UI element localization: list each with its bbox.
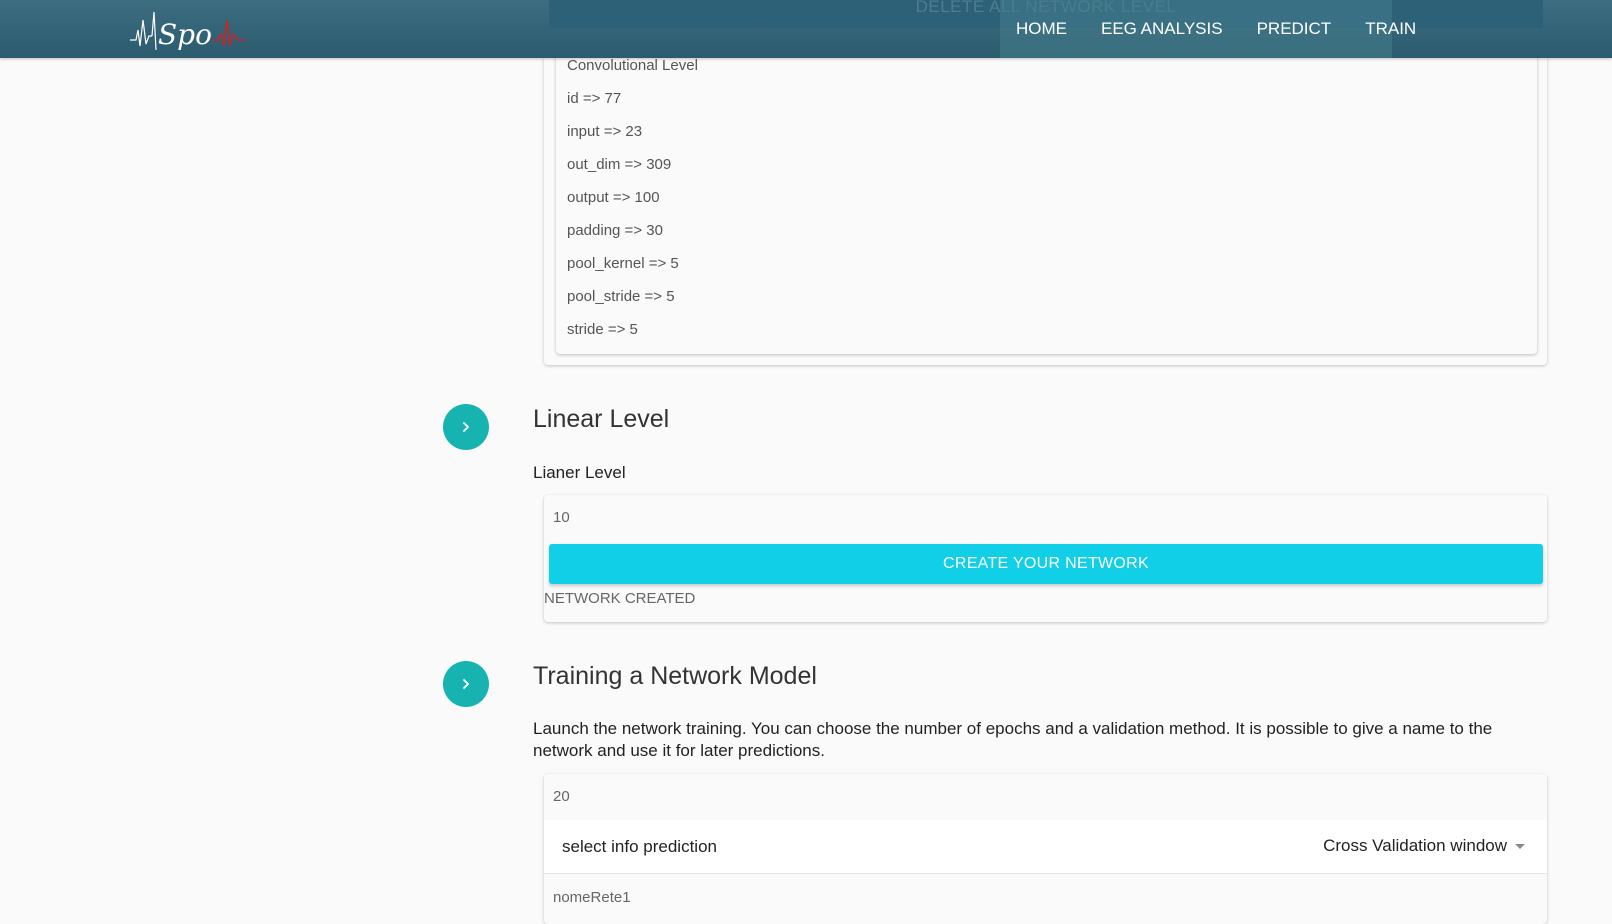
conv-field-padding: padding => 30 [567, 222, 663, 239]
nav-predict[interactable]: PREDICT [1257, 19, 1332, 39]
main-nav: HOME EEG ANALYSIS PREDICT TRAIN [1000, 0, 1416, 58]
conv-field-stride: stride => 5 [567, 321, 638, 338]
network-name-input[interactable] [553, 887, 1513, 907]
nav-eeg-analysis[interactable]: EEG ANALYSIS [1101, 19, 1223, 39]
create-network-button[interactable]: CREATE YOUR NETWORK [549, 544, 1543, 584]
nav-train[interactable]: TRAIN [1365, 19, 1416, 39]
network-status-text: NETWORK CREATED [544, 590, 696, 607]
epochs-input[interactable] [553, 786, 1513, 806]
conv-level-title: Convolutional Level [567, 57, 698, 74]
select-value-text: Cross Validation window [1323, 836, 1507, 855]
conv-level-card [556, 40, 1537, 354]
select-info-prediction-label: select info prediction [562, 837, 717, 856]
chevron-right-icon [463, 422, 469, 432]
conv-field-input: input => 23 [567, 123, 643, 140]
conv-field-output: output => 100 [567, 189, 660, 206]
linear-step-toggle[interactable] [443, 404, 489, 450]
linear-level-input[interactable] [553, 507, 1513, 527]
linear-level-label: Lianer Level [533, 463, 626, 482]
conv-field-out-dim: out_dim => 309 [567, 156, 672, 173]
app-logo[interactable]: Spo [128, 6, 258, 56]
conv-field-pool-stride: pool_stride => 5 [567, 288, 675, 305]
validation-select[interactable]: select info prediction Cross Validation … [544, 820, 1547, 874]
top-navbar: DELETE ALL NETWORK LEVEL Spo HOME EEG AN… [0, 0, 1612, 58]
nav-home[interactable]: HOME [1016, 19, 1067, 39]
linear-level-title: Linear Level [533, 405, 670, 433]
training-step-toggle[interactable] [443, 661, 489, 707]
training-section-title: Training a Network Model [533, 662, 817, 690]
training-description: Launch the network training. You can cho… [533, 719, 1493, 760]
chevron-right-icon [463, 679, 469, 689]
conv-field-pool-kernel: pool_kernel => 5 [567, 255, 679, 272]
select-current-value[interactable]: Cross Validation window [1323, 836, 1525, 856]
logo-text: Spo [158, 18, 212, 51]
caret-down-icon [1515, 843, 1525, 849]
conv-field-id: id => 77 [567, 90, 622, 107]
